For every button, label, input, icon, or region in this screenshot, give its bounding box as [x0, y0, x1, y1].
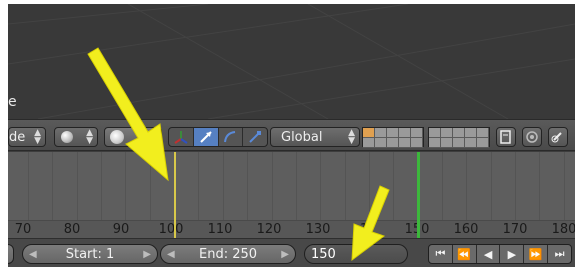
jump-to-end-icon[interactable]: ⏭: [548, 245, 571, 263]
playback-controls: ⏮ ⏪ ◀ ▶ ⏩ ⏭: [428, 244, 572, 264]
tick-label: 120: [256, 222, 282, 237]
timeline-area[interactable]: [8, 152, 575, 220]
dropdown-arrows-icon: ▲ ▼: [86, 128, 93, 146]
left-cut-button[interactable]: [8, 244, 14, 264]
render-icon[interactable]: [522, 127, 542, 147]
jump-to-previous-keyframe-icon[interactable]: ⏪: [453, 245, 477, 263]
link-icon[interactable]: [548, 127, 568, 147]
layer-grid-1[interactable]: [362, 127, 424, 148]
decrement-arrow-icon[interactable]: ◀: [167, 249, 175, 260]
tick-label: 170: [502, 222, 528, 237]
snap-toggle-icon[interactable]: [146, 131, 158, 143]
tick-label: 130: [305, 222, 331, 237]
blender-window: e de ▲ ▼ ▲ ▼ Global ▲ ▼ 70 80 90 100 110…: [8, 4, 575, 267]
end-frame-field[interactable]: ◀ End: 250 ▶: [160, 244, 296, 264]
dropdown-arrows-icon: ▲ ▼: [348, 128, 355, 146]
tick-label: 160: [453, 222, 479, 237]
lock-layers-icon[interactable]: [496, 127, 516, 147]
viewport-shading-dropdown[interactable]: ▲ ▼: [54, 127, 98, 147]
current-frame-cursor[interactable]: [417, 152, 420, 238]
tick-label: 100: [158, 222, 184, 237]
current-frame-value: 150: [311, 246, 336, 262]
play-icon[interactable]: ▶: [500, 245, 525, 263]
tick-label: 1: [359, 222, 369, 237]
layer-grid-2[interactable]: [428, 127, 490, 148]
dropdown-arrows-icon: ▲ ▼: [34, 128, 41, 146]
viewport-label: e: [8, 94, 17, 110]
3d-viewport[interactable]: e: [8, 4, 575, 119]
manipulator-toggles: [168, 127, 268, 147]
decrement-arrow-icon[interactable]: ◀: [29, 249, 37, 260]
increment-arrow-icon[interactable]: ▶: [143, 249, 151, 260]
rotate-manipulator-icon[interactable]: [219, 128, 244, 146]
current-frame-field[interactable]: 150: [304, 244, 408, 264]
tick-label: 90: [112, 222, 130, 237]
pivot-icon: [110, 130, 124, 144]
transform-orientation-dropdown[interactable]: Global ▲ ▼: [270, 127, 360, 147]
increment-arrow-icon[interactable]: ▶: [281, 249, 289, 260]
timeline-footer: ◀ Start: 1 ▶ ◀ End: 250 ▶ 150 ⏮ ⏪ ◀ ▶ ⏩ …: [8, 238, 575, 267]
start-frame-field[interactable]: ◀ Start: 1 ▶: [22, 244, 158, 264]
tick-label: 110: [207, 222, 233, 237]
frame-marker-yellow: [174, 152, 176, 238]
mode-label: de: [9, 129, 26, 145]
play-reverse-icon[interactable]: ◀: [477, 245, 501, 263]
translate-manipulator-icon[interactable]: [193, 128, 219, 146]
jump-to-start-icon[interactable]: ⏮: [429, 245, 453, 263]
manipulator-toggle-icon[interactable]: [169, 128, 194, 146]
tick-label: 70: [14, 222, 32, 237]
solid-shading-icon: [61, 131, 73, 143]
mode-dropdown[interactable]: de ▲ ▼: [8, 127, 46, 147]
viewport-header: de ▲ ▼ ▲ ▼ Global ▲ ▼: [8, 119, 575, 151]
tick-label: 80: [63, 222, 81, 237]
jump-to-next-keyframe-icon[interactable]: ⏩: [524, 245, 549, 263]
tick-label: 180: [551, 222, 575, 237]
pivot-point-dropdown[interactable]: [104, 127, 162, 147]
end-frame-value: End: 250: [198, 246, 258, 262]
viewport-grid: [8, 4, 575, 119]
orientation-label: Global: [281, 129, 323, 145]
scale-manipulator-icon[interactable]: [243, 128, 267, 146]
start-frame-value: Start: 1: [65, 246, 115, 262]
timeline-ruler[interactable]: 70 80 90 100 110 120 130 1 150 160 170 1…: [8, 220, 575, 238]
